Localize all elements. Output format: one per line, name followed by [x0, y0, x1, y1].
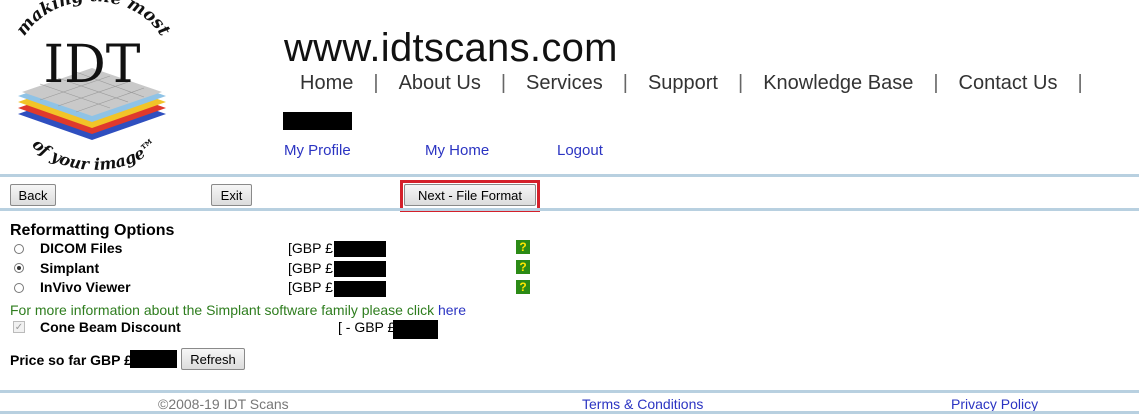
back-button[interactable]: Back: [10, 184, 56, 206]
cone-beam-discount-checkbox[interactable]: ✓: [13, 321, 25, 333]
privacy-link[interactable]: Privacy Policy: [951, 396, 1038, 412]
nav-services[interactable]: Services: [526, 72, 603, 95]
site-url: www.idtscans.com: [284, 26, 618, 70]
dicom-price: [GBP £: [288, 240, 333, 256]
nav-home[interactable]: Home: [300, 72, 353, 95]
simplant-info-link[interactable]: here: [438, 302, 466, 318]
dicom-help-icon[interactable]: ?: [516, 240, 530, 254]
nav-separator: |: [500, 71, 507, 94]
toolbar-bottom-rule: [0, 208, 1139, 211]
nav-contact-us[interactable]: Contact Us: [959, 72, 1058, 95]
simplant-price-redacted: [334, 261, 386, 277]
logo-top-text: making the most: [12, 0, 174, 40]
idt-logo: making the most IDT of your image™: [12, 0, 174, 172]
dicom-radio[interactable]: [14, 244, 24, 254]
my-profile-link[interactable]: My Profile: [284, 142, 351, 159]
footer-top-rule: [0, 390, 1139, 393]
nav-support[interactable]: Support: [648, 72, 718, 95]
dicom-label: DICOM Files: [40, 240, 123, 256]
terms-link[interactable]: Terms & Conditions: [582, 396, 703, 412]
invivo-help-icon[interactable]: ?: [516, 280, 530, 294]
nav-knowledge-base[interactable]: Knowledge Base: [763, 72, 913, 95]
invivo-radio[interactable]: [14, 283, 24, 293]
dicom-price-redacted: [334, 241, 386, 257]
simplant-info-line: For more information about the Simplant …: [10, 302, 466, 318]
invivo-label: InVivo Viewer: [40, 279, 131, 295]
nav-separator: |: [933, 71, 939, 94]
username-redacted: [283, 112, 352, 130]
main-nav: Home | About Us | Services | Support | K…: [300, 70, 1103, 96]
price-so-far-redacted: [130, 350, 177, 368]
next-file-format-button[interactable]: Next - File Format: [404, 184, 536, 206]
footer-copyright: ©2008-19 IDT Scans: [158, 396, 289, 412]
price-so-far-label: Price so far GBP £: [10, 352, 132, 368]
refresh-button[interactable]: Refresh: [181, 348, 245, 370]
my-home-link[interactable]: My Home: [425, 142, 489, 159]
simplant-label: Simplant: [40, 260, 100, 276]
exit-button[interactable]: Exit: [211, 184, 252, 206]
logo-letters: IDT: [44, 35, 141, 95]
nav-about-us[interactable]: About Us: [399, 72, 481, 95]
cone-beam-discount-amount: [ - GBP £: [338, 319, 396, 335]
invivo-price: [GBP £: [288, 279, 333, 295]
nav-separator: |: [373, 71, 379, 94]
simplant-help-icon[interactable]: ?: [516, 260, 530, 274]
cone-beam-discount-label: Cone Beam Discount: [40, 319, 181, 335]
discount-redacted: [393, 320, 438, 339]
simplant-info-text: For more information about the Simplant …: [10, 302, 438, 318]
nav-separator: |: [1077, 71, 1083, 94]
simplant-radio[interactable]: [14, 263, 24, 273]
simplant-price: [GBP £: [288, 260, 333, 276]
logo-bottom-text: of your image™: [29, 134, 162, 172]
nav-separator: |: [738, 71, 744, 94]
nav-separator: |: [622, 71, 628, 94]
toolbar-top-rule: [0, 174, 1139, 177]
reformatting-options-title: Reformatting Options: [10, 222, 175, 239]
logout-link[interactable]: Logout: [557, 142, 603, 159]
invivo-price-redacted: [334, 281, 386, 297]
